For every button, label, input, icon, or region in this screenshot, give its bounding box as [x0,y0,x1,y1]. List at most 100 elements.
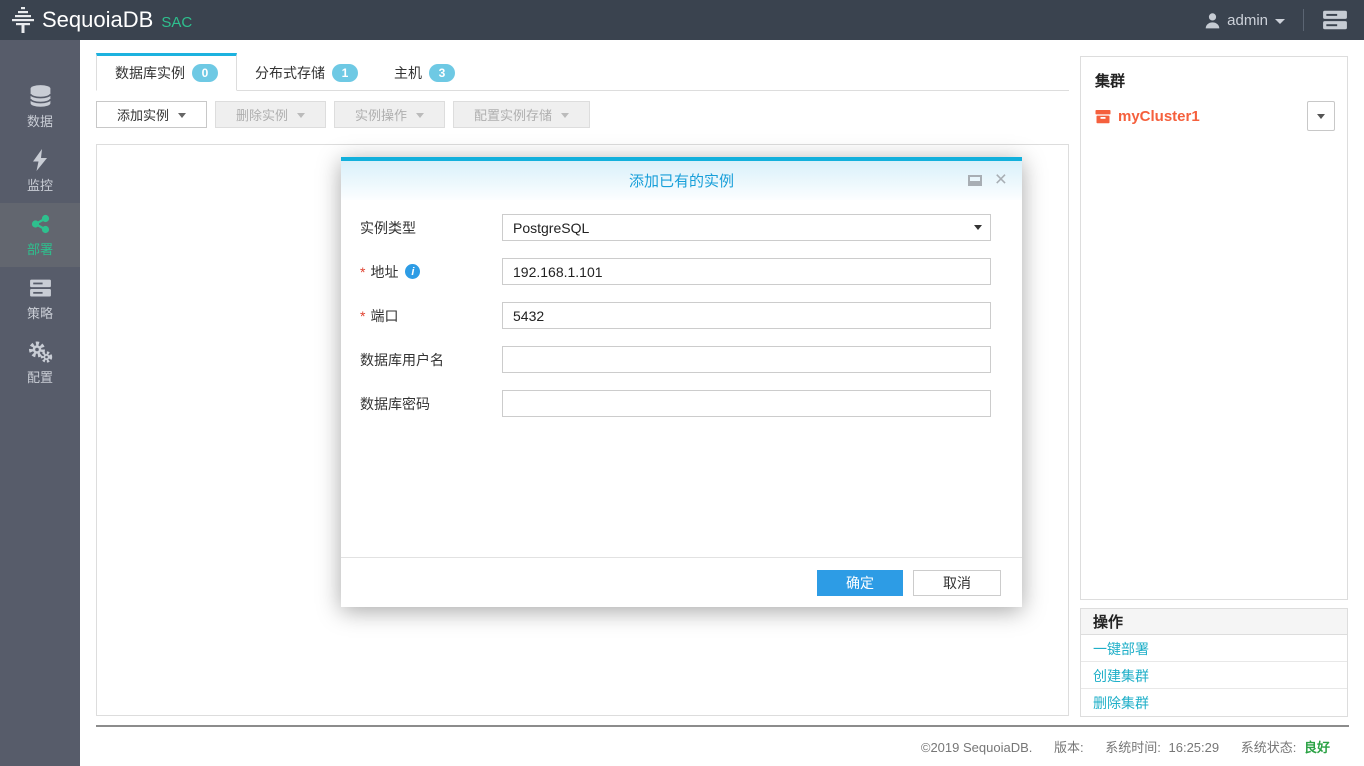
cluster-panel-title: 集群 [1095,70,1333,91]
sidebar-item-config[interactable]: 配置 [0,331,80,395]
required-asterisk: * [360,308,365,324]
button-label: 添加实例 [117,105,169,124]
hosts-rack-icon[interactable] [1322,8,1348,32]
sidebar-item-label: 监控 [27,175,53,194]
dialog-header: 添加已有的实例 [341,161,1022,200]
cluster-box-icon [1095,109,1111,124]
chevron-down-icon [974,225,982,230]
brand-name: SequoiaDB [42,7,153,33]
button-label: 实例操作 [355,105,407,124]
sidebar-item-label: 数据 [27,111,53,130]
header-divider [1303,9,1304,31]
dialog-title: 添加已有的实例 [341,170,1022,191]
sidebar-item-monitor[interactable]: 监控 [0,139,80,203]
one-click-deploy-link[interactable]: 一键部署 [1081,635,1347,662]
chevron-down-icon [1317,114,1325,119]
left-nav: 数据 监控 部署 [0,40,80,766]
port-input[interactable] [502,302,991,329]
chevron-down-icon [178,113,186,118]
button-label: 配置实例存储 [474,105,552,124]
gears-icon [27,340,54,364]
selected-option: PostgreSQL [513,220,589,236]
user-name: admin [1227,12,1268,29]
system-time-label: 系统时间: [1105,740,1161,755]
sequoia-tree-icon [8,5,38,35]
field-row-db-username: 数据库用户名 [360,346,991,373]
info-icon[interactable] [405,264,420,279]
status-bar: ©2019 SequoiaDB. 版本: 系统时间: 16:25:29 系统状态… [921,737,1330,756]
sidebar-item-strategy[interactable]: 策略 [0,267,80,331]
user-icon [1204,12,1221,29]
add-instance-button[interactable]: 添加实例 [96,101,207,128]
operations-panel-title: 操作 [1081,609,1347,635]
close-icon[interactable] [995,169,1007,190]
system-status-label: 系统状态: [1241,740,1297,755]
label-text: 数据库用户名 [360,350,444,370]
tab-count-badge: 3 [429,64,455,82]
footer-divider [96,725,1349,727]
cancel-button[interactable]: 取消 [913,570,1001,596]
brand-logo: SequoiaDB SAC [8,5,192,35]
cluster-dropdown-button[interactable] [1307,101,1335,131]
chevron-down-icon [1275,19,1285,24]
field-row-port: * 端口 [360,302,991,329]
label-text: 数据库密码 [360,394,430,414]
add-existing-instance-dialog: 添加已有的实例 实例类型 PostgreSQL * 地址 [341,157,1022,607]
db-username-input[interactable] [502,346,991,373]
tab-database-instances[interactable]: 数据库实例 0 [96,53,237,91]
dialog-footer: 确定 取消 [341,557,1022,607]
instance-toolbar: 添加实例 删除实例 实例操作 配置实例存储 [96,101,1069,128]
field-row-instance-type: 实例类型 PostgreSQL [360,214,991,241]
instance-operation-button: 实例操作 [334,101,445,128]
tab-label: 分布式存储 [255,63,325,83]
tab-bar: 数据库实例 0 分布式存储 1 主机 3 [96,56,1069,91]
database-icon [28,84,53,108]
sidebar-item-label: 策略 [27,303,53,322]
cluster-row: myCluster1 [1095,101,1335,131]
server-stack-icon [28,276,53,300]
field-row-address: * 地址 [360,258,991,285]
chevron-down-icon [416,113,424,118]
sidebar-item-deploy[interactable]: 部署 [0,203,80,267]
app-header: SequoiaDB SAC admin [0,0,1364,40]
cluster-name-link[interactable]: myCluster1 [1118,108,1200,125]
product-name: SAC [161,14,192,31]
system-time-value: 16:25:29 [1169,740,1220,755]
sidebar-item-label: 配置 [27,367,53,386]
sidebar-item-label: 部署 [27,239,53,258]
operations-panel: 操作 一键部署 创建集群 删除集群 [1080,608,1348,717]
tab-distributed-storage[interactable]: 分布式存储 1 [237,56,376,90]
db-password-input[interactable] [502,390,991,417]
db-password-label: 数据库密码 [360,394,502,414]
chevron-down-icon [561,113,569,118]
maximize-icon[interactable] [968,175,982,186]
dialog-body: 实例类型 PostgreSQL * 地址 * 端口 数据库用户 [341,200,1022,417]
ok-button[interactable]: 确定 [817,570,903,596]
instance-type-select[interactable]: PostgreSQL [502,214,991,241]
db-username-label: 数据库用户名 [360,350,502,370]
port-label: * 端口 [360,306,502,326]
tab-count-badge: 0 [192,64,218,82]
user-menu[interactable]: admin [1204,12,1285,29]
sidebar-item-data[interactable]: 数据 [0,75,80,139]
delete-instance-button: 删除实例 [215,101,326,128]
instance-type-label: 实例类型 [360,218,502,238]
tab-label: 数据库实例 [115,63,185,83]
copyright-text: ©2019 SequoiaDB. [921,740,1033,755]
tab-hosts[interactable]: 主机 3 [376,56,473,90]
button-label: 删除实例 [236,105,288,124]
label-text: 实例类型 [360,218,416,238]
required-asterisk: * [360,264,365,280]
cluster-panel: 集群 myCluster1 [1080,56,1348,600]
delete-cluster-link[interactable]: 删除集群 [1081,689,1347,716]
system-status-value: 良好 [1304,740,1330,755]
field-row-db-password: 数据库密码 [360,390,991,417]
lightning-icon [29,148,51,172]
label-text: 端口 [370,306,398,326]
version-label: 版本: [1054,740,1084,755]
create-cluster-link[interactable]: 创建集群 [1081,662,1347,689]
tab-label: 主机 [394,63,422,83]
chevron-down-icon [297,113,305,118]
share-icon [28,212,53,236]
address-input[interactable] [502,258,991,285]
